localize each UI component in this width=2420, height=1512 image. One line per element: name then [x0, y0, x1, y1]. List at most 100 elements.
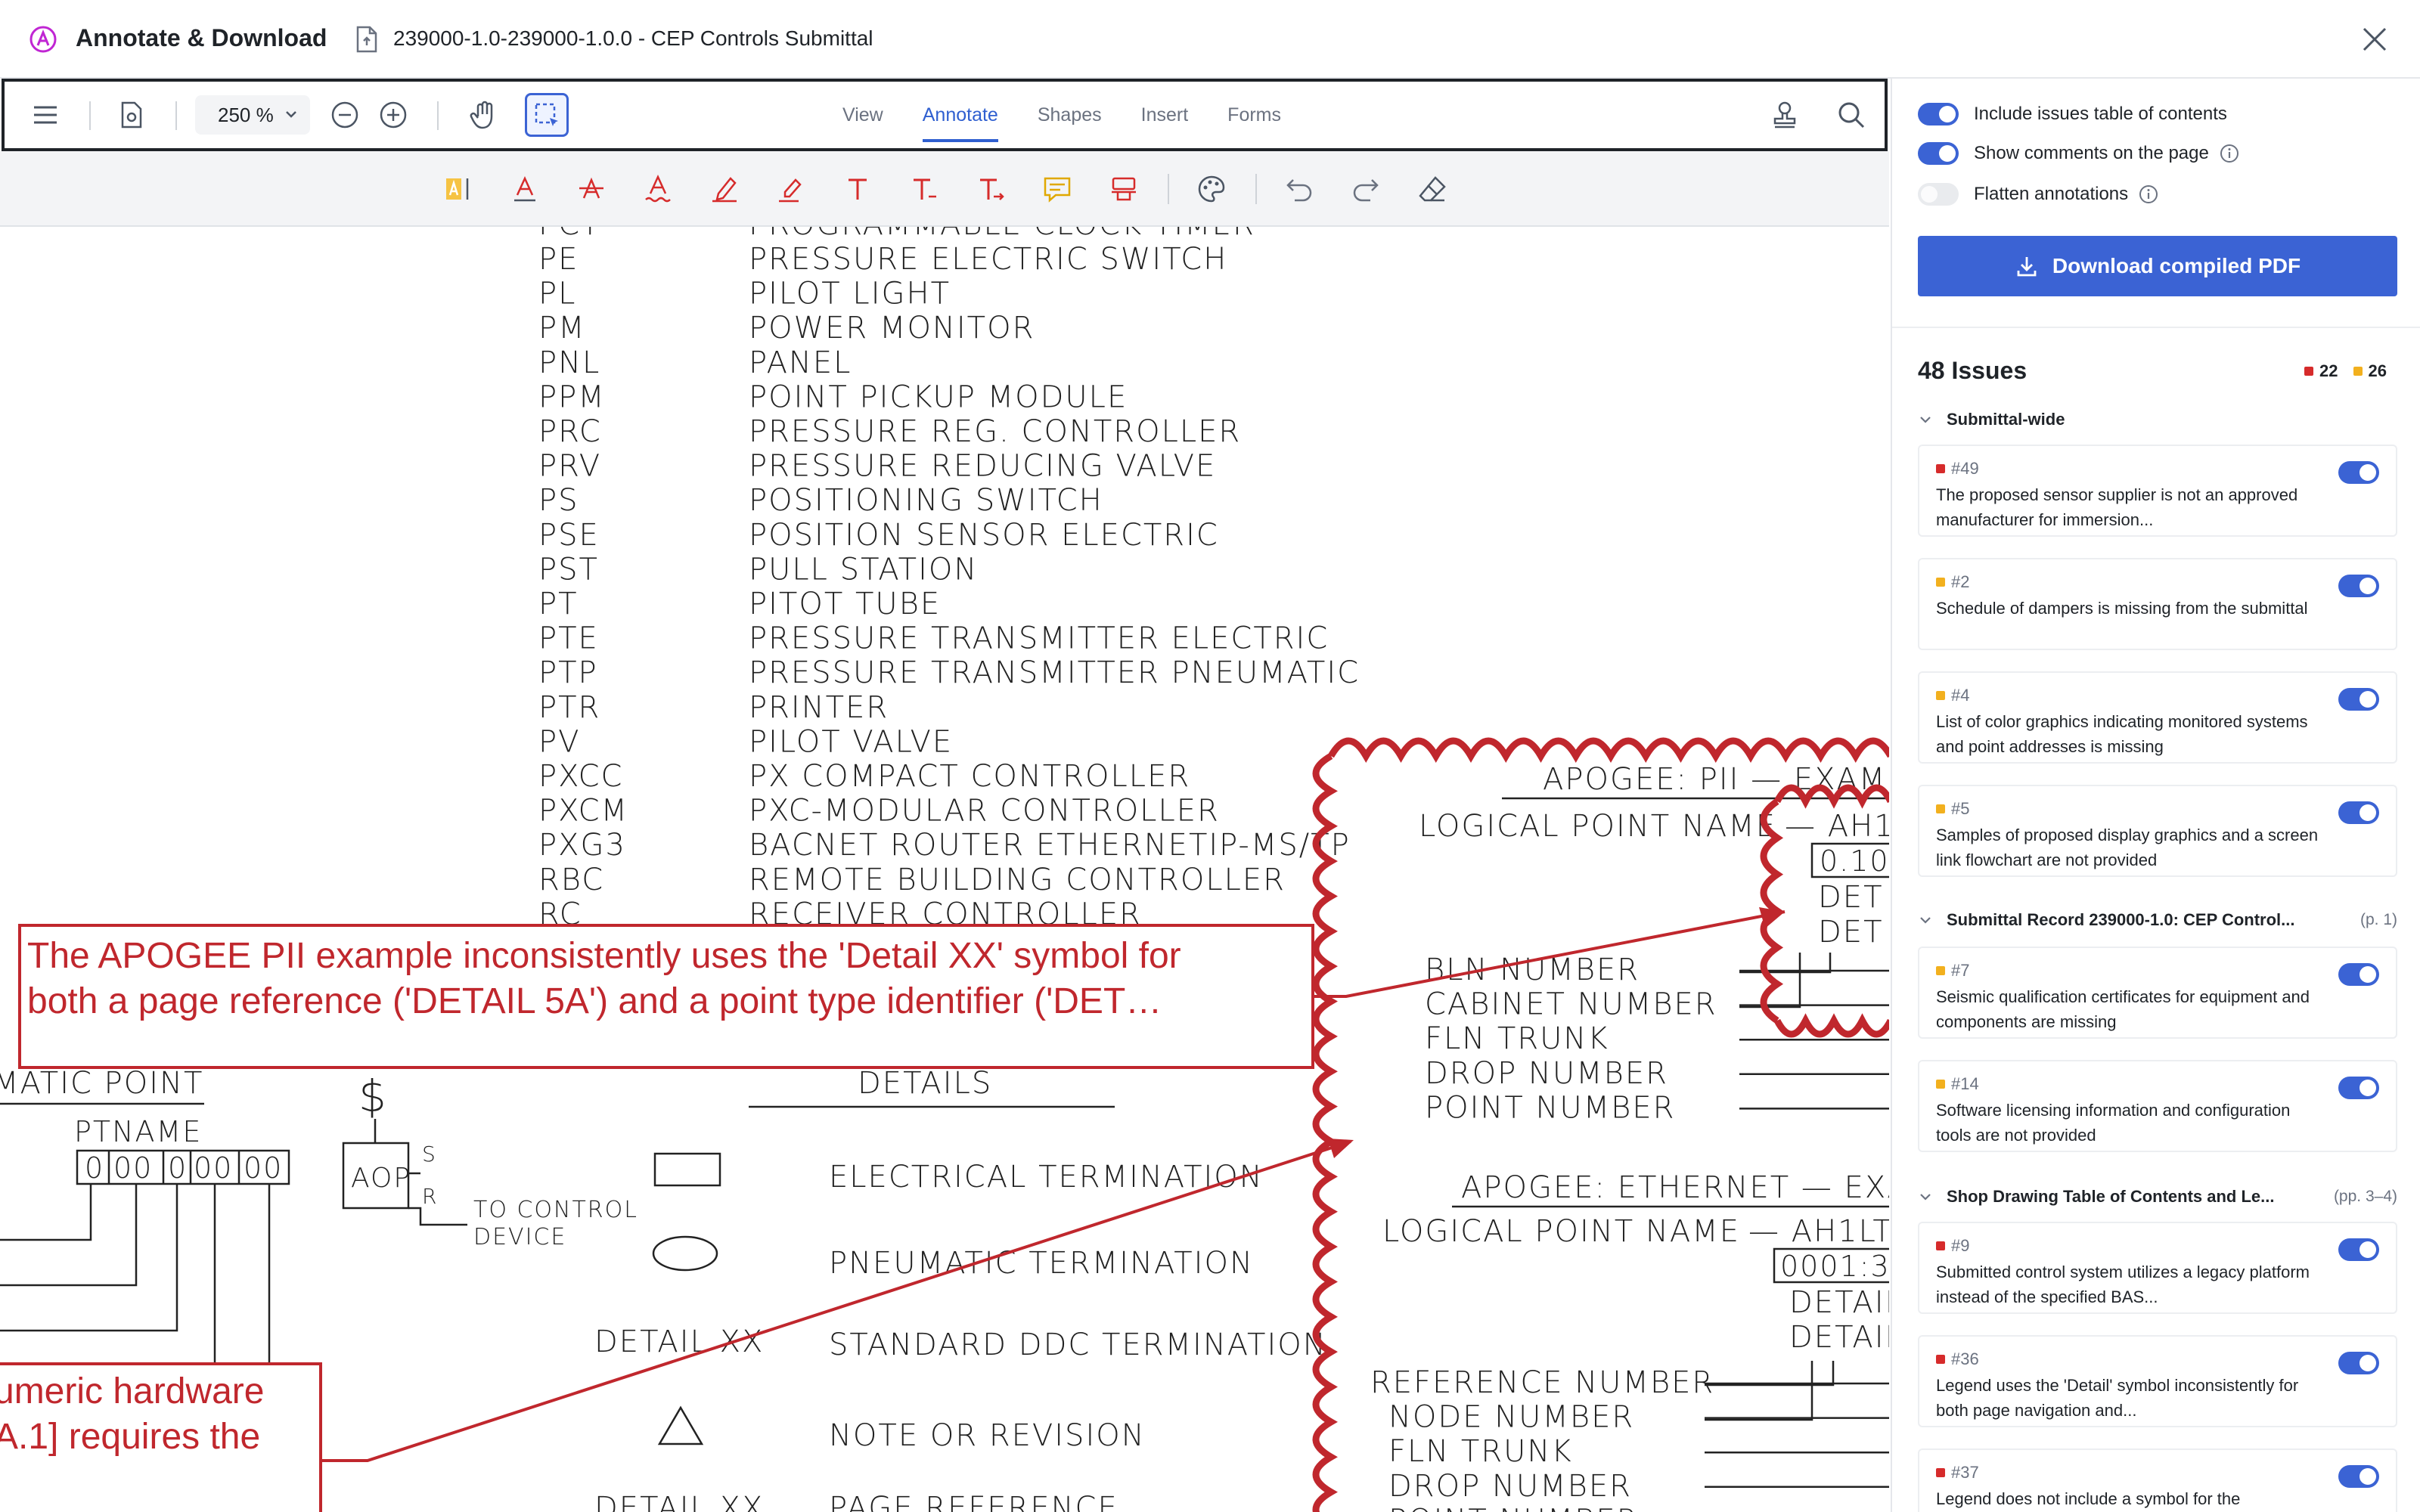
document-viewer[interactable]: PCT PROGRAMMABLE CLOCK TIMER PE PRESSURE …: [0, 227, 1889, 1512]
select-area-icon[interactable]: [525, 93, 569, 137]
dollar-symbol: $: [358, 1070, 388, 1122]
issue-card[interactable]: #37 Legend does not include a symbol for …: [1918, 1448, 2397, 1512]
reference-field-label: NODE NUMBER: [1388, 1400, 1634, 1435]
detail-ref: DETAIL: [1789, 1320, 1889, 1355]
highlight-text-icon[interactable]: [440, 171, 476, 207]
option-flatten[interactable]: Flatten annotations: [1918, 181, 2158, 207]
zoom-out-icon[interactable]: [327, 97, 363, 133]
document-title: 239000-1.0-239000-1.0.0 - CEP Controls S…: [393, 26, 873, 50]
issue-include-toggle[interactable]: [2338, 688, 2379, 711]
search-icon[interactable]: [1833, 97, 1869, 133]
strikethrough-icon[interactable]: [573, 171, 610, 207]
tab-insert[interactable]: Insert: [1122, 82, 1208, 148]
pan-hand-icon[interactable]: [466, 97, 502, 133]
bln-field-label: DROP NUMBER: [1425, 1056, 1668, 1091]
option-include-toc[interactable]: Include issues table of contents: [1918, 101, 2227, 127]
toolbar-divider: [437, 101, 439, 130]
issue-card[interactable]: #4 List of color graphics indicating moni…: [1918, 671, 2397, 764]
bln-field-label: CABINET NUMBER: [1425, 987, 1717, 1022]
download-compiled-pdf-button[interactable]: Download compiled PDF: [1918, 236, 2397, 296]
redo-icon[interactable]: [1348, 171, 1384, 207]
aop-s-label: S: [422, 1142, 437, 1167]
undo-icon[interactable]: [1281, 171, 1317, 207]
tools-divider: [1255, 174, 1257, 204]
issue-group-header[interactable]: Submittal Record 239000-1.0: CEP Control…: [1918, 907, 2397, 933]
info-icon[interactable]: [2220, 144, 2239, 163]
issue-number-row: #2: [1936, 572, 2379, 593]
tab-shapes[interactable]: Shapes: [1018, 82, 1122, 148]
flatten-toggle[interactable]: [1918, 183, 1959, 206]
issue-card[interactable]: #5 Samples of proposed display graphics a…: [1918, 785, 2397, 877]
page-settings-icon[interactable]: [113, 97, 150, 133]
ptname-box: 0: [168, 1151, 188, 1185]
value-box-text: 0001:3: [1780, 1250, 1889, 1283]
stamp-icon[interactable]: [1767, 97, 1803, 133]
issue-card[interactable]: #9 Submitted control system utilizes a le…: [1918, 1222, 2397, 1314]
chevron-down-icon: [1920, 417, 1931, 423]
yellow-count: 26: [2353, 361, 2387, 381]
issue-include-toggle[interactable]: [2338, 1465, 2379, 1488]
issue-card[interactable]: #36 Legend uses the 'Detail' symbol incon…: [1918, 1335, 2397, 1427]
abbr-code: PNL: [538, 345, 600, 380]
underline-text-icon[interactable]: [507, 171, 543, 207]
squiggly-underline-icon[interactable]: [640, 171, 676, 207]
issue-number-row: #37: [1936, 1462, 2379, 1483]
pneumatic-point-label: MATIC POINT: [0, 1066, 203, 1101]
issue-group-header[interactable]: Submittal-wide: [1918, 407, 2397, 432]
aop-r-label: R: [422, 1184, 438, 1209]
issue-include-toggle[interactable]: [2338, 575, 2379, 597]
issue-number: #9: [1951, 1236, 1970, 1255]
yellow-dot-icon: [2353, 367, 2363, 376]
issues-count-title: 48 Issues: [1918, 357, 2028, 384]
comment-note-icon[interactable]: [1039, 171, 1075, 207]
issue-group-header[interactable]: Shop Drawing Table of Contents and Le...…: [1918, 1184, 2397, 1210]
issue-text: The proposed sensor supplier is not an a…: [1936, 485, 2298, 529]
redaction-icon[interactable]: [1106, 171, 1142, 207]
red-count-value: 22: [2319, 361, 2338, 380]
issue-card[interactable]: #7 Seismic qualification certificates for…: [1918, 947, 2397, 1039]
freehand-highlighter-icon[interactable]: [773, 171, 809, 207]
chevron-down-icon: [1920, 917, 1931, 924]
issue-card[interactable]: #2 Schedule of dampers is missing from th…: [1918, 558, 2397, 650]
legend-item: STANDARD DDC TERMINATION: [829, 1328, 1327, 1362]
app-title: Annotate & Download: [76, 24, 327, 51]
abbr-desc: PX COMPACT CONTROLLER: [749, 759, 1190, 794]
tab-annotate[interactable]: Annotate: [903, 82, 1018, 148]
abbr-desc: PRESSURE ELECTRIC SWITCH: [749, 242, 1227, 277]
show-comments-toggle[interactable]: [1918, 142, 1959, 165]
zoom-select[interactable]: 250 %: [195, 95, 310, 135]
free-text-icon[interactable]: [839, 171, 876, 207]
logical-point-name-label: LOGICAL POINT NAME: [1382, 1214, 1740, 1249]
issue-include-toggle[interactable]: [2338, 461, 2379, 484]
issue-text: Legend does not include a symbol for the: [1936, 1489, 2241, 1508]
abbr-code: PSE: [538, 518, 600, 553]
issue-include-toggle[interactable]: [2338, 1238, 2379, 1261]
download-panel: Include issues table of contents Show co…: [1891, 79, 2420, 1512]
issue-card[interactable]: #14 Software licensing information and co…: [1918, 1060, 2397, 1152]
text-arrow-icon[interactable]: [973, 171, 1009, 207]
value-box-text: 0.10: [1820, 844, 1889, 878]
info-icon[interactable]: [2139, 184, 2158, 204]
reference-field-label: FLN TRUNK: [1388, 1434, 1573, 1469]
freehand-pen-icon[interactable]: [706, 171, 743, 207]
abbr-code: PRV: [538, 449, 601, 484]
issue-number: #49: [1951, 459, 1979, 478]
issue-include-toggle[interactable]: [2338, 1352, 2379, 1374]
group-title: Shop Drawing Table of Contents and Le...: [1947, 1187, 2275, 1206]
issue-include-toggle[interactable]: [2338, 1077, 2379, 1099]
option-show-comments[interactable]: Show comments on the page: [1918, 141, 2239, 166]
issue-include-toggle[interactable]: [2338, 801, 2379, 824]
include-toc-toggle[interactable]: [1918, 103, 1959, 125]
issue-card[interactable]: #49 The proposed sensor supplier is not a…: [1918, 445, 2397, 537]
abbr-code: PCT: [538, 227, 600, 242]
tab-view[interactable]: View: [823, 82, 903, 148]
color-palette-icon[interactable]: [1193, 171, 1230, 207]
tab-forms[interactable]: Forms: [1208, 82, 1301, 148]
text-callout-icon[interactable]: [906, 171, 942, 207]
red-dot-icon: [2304, 367, 2314, 376]
eraser-icon[interactable]: [1414, 171, 1450, 207]
zoom-in-icon[interactable]: [375, 97, 411, 133]
menu-icon[interactable]: [27, 97, 64, 133]
issue-include-toggle[interactable]: [2338, 963, 2379, 986]
close-icon[interactable]: [2358, 23, 2391, 56]
